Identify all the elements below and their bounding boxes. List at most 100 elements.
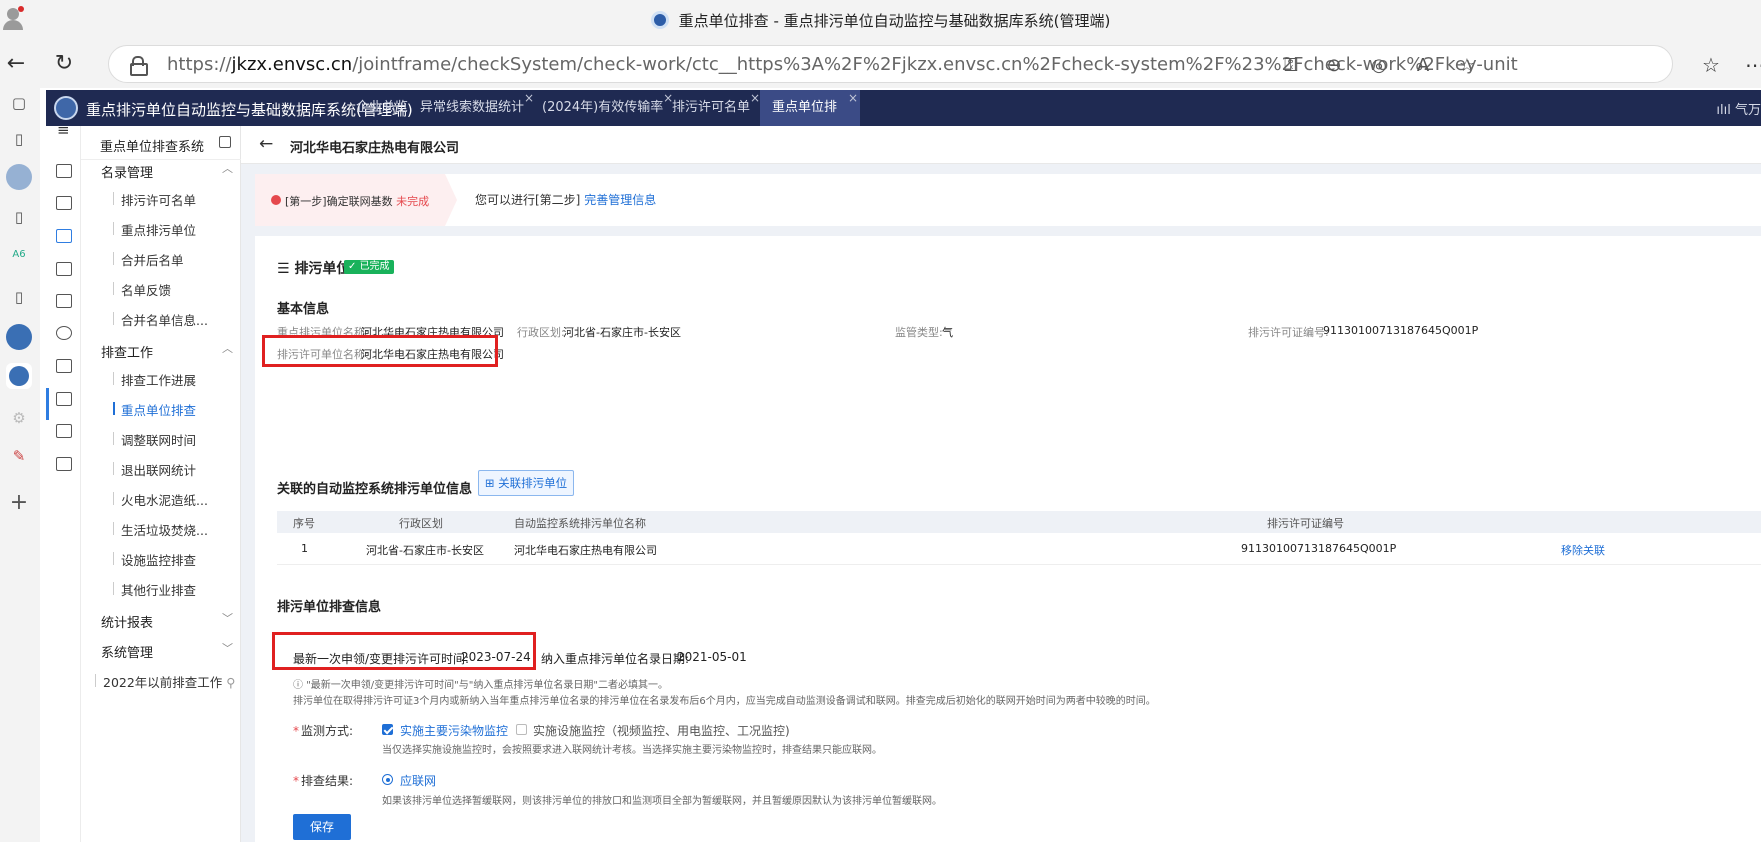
search-doc-icon[interactable] <box>56 262 72 276</box>
remove-link-action[interactable]: 移除关联 <box>1561 542 1605 558</box>
menu-item[interactable]: 合并名单信息... <box>113 310 208 329</box>
ai-tab-icon[interactable]: A6 <box>6 242 32 268</box>
back-arrow-icon[interactable]: ← <box>2 50 30 78</box>
permit-no-label: 排污许可证编号: <box>1248 326 1329 339</box>
method-facility-checkbox[interactable] <box>516 724 527 735</box>
method-facility-label[interactable]: 实施设施监控（视频监控、用电监控、工况监控) <box>533 722 790 739</box>
join-date-value[interactable]: 2021-05-01 <box>677 650 747 664</box>
note-required: ⓘ "最新一次申领/变更排污许可时间"与"纳入重点排污单位名录日期"二者必填其一… <box>293 680 668 691</box>
profile-avatar[interactable] <box>2 6 24 30</box>
document-icon[interactable]: ▯ <box>6 284 32 310</box>
highlight-box <box>272 632 536 670</box>
menu-item[interactable]: 排污许可名单 <box>112 190 196 209</box>
page-title: 河北华电石家庄热电有限公司 <box>290 141 460 156</box>
nav-right-user[interactable]: ılıl 气万 <box>1716 99 1761 118</box>
method-pollutant-label[interactable]: 实施主要污染物监控 <box>400 722 508 739</box>
monitor-type-value: 气 <box>942 326 953 339</box>
menu-group-system[interactable]: 系统管理 ﹀ <box>101 642 233 661</box>
menu-item[interactable]: 排查工作进展 <box>112 370 196 389</box>
chart-icon[interactable] <box>56 164 72 178</box>
result-label: * 排查结果: <box>293 774 354 788</box>
clock-icon <box>271 195 281 205</box>
url-text[interactable]: https://jkzx.envsc.cn/jointframe/checkSy… <box>167 54 1518 75</box>
menu-item[interactable]: 名单反馈 <box>112 280 171 299</box>
step-2-text: 您可以进行[第二步] 完善管理信息 <box>475 193 657 207</box>
main-content: ← 河北华电石家庄热电有限公司 [第一步]确定联网基数 未完成 您可以进行[第二… <box>241 126 1761 856</box>
col-header: 序号 <box>293 517 315 530</box>
menu-group-check-work[interactable]: 排查工作 ︿ <box>101 342 233 361</box>
map-tab-icon[interactable]: ✎ <box>6 443 32 469</box>
tab-key-unit-check[interactable]: 重点单位排查× <box>760 90 860 151</box>
side-menu: 重点单位排查系统 名录管理 ︿ 排污许可名单 重点排污单位 合并后名单 名单反馈 … <box>81 126 241 842</box>
tab-permit-list[interactable]: 排污许可名单 × <box>660 90 762 126</box>
back-arrow-icon[interactable]: ← <box>259 134 273 154</box>
location-icon[interactable] <box>56 326 72 340</box>
menu-item[interactable]: 生活垃圾焚烧... <box>113 520 208 539</box>
menu-group-directory[interactable]: 名录管理 ︿ <box>101 162 233 181</box>
complete-info-link[interactable]: 完善管理信息 <box>584 193 656 207</box>
search-doc-icon[interactable] <box>56 229 72 243</box>
method-note: 当仅选择实施设施监控时，会按照要求进入联网统计考核。当选择实施主要污染物监控时，… <box>382 745 882 756</box>
menu-item-legacy[interactable]: 2022年以前排查工作 ⚲ <box>94 672 235 691</box>
app-icon-column: ≡ <box>46 121 81 842</box>
menu-item[interactable]: 重点排污单位 <box>112 220 196 239</box>
result-online-radio[interactable] <box>382 774 393 785</box>
collapse-icon[interactable] <box>219 136 231 148</box>
new-tab-plus-icon[interactable]: + <box>6 490 32 516</box>
table-cell: 91130100713187645Q001P <box>1241 542 1397 555</box>
menu-item[interactable]: 调整联网时间 <box>112 430 196 449</box>
app-available-icon[interactable]: ◎ <box>1367 54 1391 78</box>
menu-title: 重点单位排查系统 <box>100 140 205 155</box>
result-online-label[interactable]: 应联网 <box>400 772 436 789</box>
site-tab-icon[interactable] <box>6 324 32 350</box>
chevron-down-icon: ﹀ <box>222 642 233 655</box>
chart-icon[interactable] <box>56 196 72 210</box>
menu-toggle-icon[interactable]: ≡ <box>57 121 70 139</box>
method-pollutant-checkbox[interactable] <box>382 724 393 735</box>
tab-panel-icon[interactable]: ▢ <box>6 90 32 116</box>
lock-icon[interactable] <box>129 56 148 76</box>
menu-item[interactable]: 退出联网统计 <box>112 460 196 479</box>
menu-item[interactable]: 其他行业排查 <box>112 580 196 599</box>
menu-item[interactable]: 设施监控排查 <box>112 550 196 569</box>
menu-item-active[interactable]: 重点单位排查 <box>112 400 196 419</box>
tab-anomaly-stats[interactable]: 异常线索数据统计 × <box>408 90 536 126</box>
site-favicon-icon <box>650 11 669 29</box>
highlight-box <box>262 335 498 367</box>
image-icon[interactable] <box>56 392 72 406</box>
refresh-icon[interactable]: ↻ <box>50 50 78 78</box>
settings-gear-icon[interactable]: ⚙ <box>6 405 32 431</box>
result-note: 如果该排污单位选择暂缓联网，则该排污单位的排放口和监测项目全部为暂缓联网，并且暂… <box>382 796 942 807</box>
address-bar[interactable]: https://jkzx.envsc.cn/jointframe/checkSy… <box>108 45 1673 83</box>
monitor-method-label: * 监测方式: <box>293 724 354 738</box>
search-doc-icon[interactable] <box>56 359 72 373</box>
signal-icon: ılıl <box>1716 103 1731 118</box>
active-site-tab-icon[interactable] <box>6 363 32 389</box>
tab-transmission-rate[interactable]: (2024年)有效传输率 × <box>530 90 675 126</box>
favorites-list-icon[interactable]: ☆ <box>1702 53 1720 77</box>
region-label: 行政区划: <box>517 326 565 339</box>
zoom-out-icon[interactable]: ⊖ <box>1322 54 1346 78</box>
close-icon[interactable]: × <box>750 80 760 116</box>
key-icon[interactable]: ⚿ <box>1279 54 1303 78</box>
menu-group-reports[interactable]: 统计报表 ﹀ <box>101 612 233 631</box>
favorite-star-icon[interactable]: ☆ <box>1455 54 1479 78</box>
read-aloud-icon[interactable]: A <box>1411 54 1435 78</box>
document-icon[interactable]: ▯ <box>6 126 32 152</box>
window-title-bar: 重点单位排查 - 重点排污单位自动监控与基础数据库系统(管理端) <box>0 0 1761 40</box>
document-icon[interactable]: ▯ <box>6 204 32 230</box>
chart-icon[interactable] <box>56 457 72 471</box>
step-bar: [第一步]确定联网基数 未完成 您可以进行[第二步] 完善管理信息 <box>255 174 1761 226</box>
link-unit-button[interactable]: ⊞ 关联排污单位 <box>478 470 574 496</box>
note-deadline: 排污单位在取得排污许可证3个月内或新纳入当年重点排污单位名录的排污单位在名录发布… <box>293 696 1156 707</box>
table-cell: 河北华电石家庄热电有限公司 <box>514 544 657 557</box>
table-header: 序号 行政区划 自动监控系统排污单位名称 排污许可证编号 <box>277 511 1761 533</box>
save-button[interactable]: 保存 <box>293 814 351 840</box>
menu-item[interactable]: 合并后名单 <box>113 250 184 269</box>
more-menu-icon[interactable]: ⋯ <box>1745 53 1761 77</box>
list-icon[interactable] <box>56 424 72 438</box>
close-icon[interactable]: × <box>848 80 858 116</box>
site-tab-icon[interactable] <box>6 164 32 190</box>
menu-item[interactable]: 火电水泥造纸... <box>113 490 208 509</box>
search-doc-icon[interactable] <box>56 294 72 308</box>
